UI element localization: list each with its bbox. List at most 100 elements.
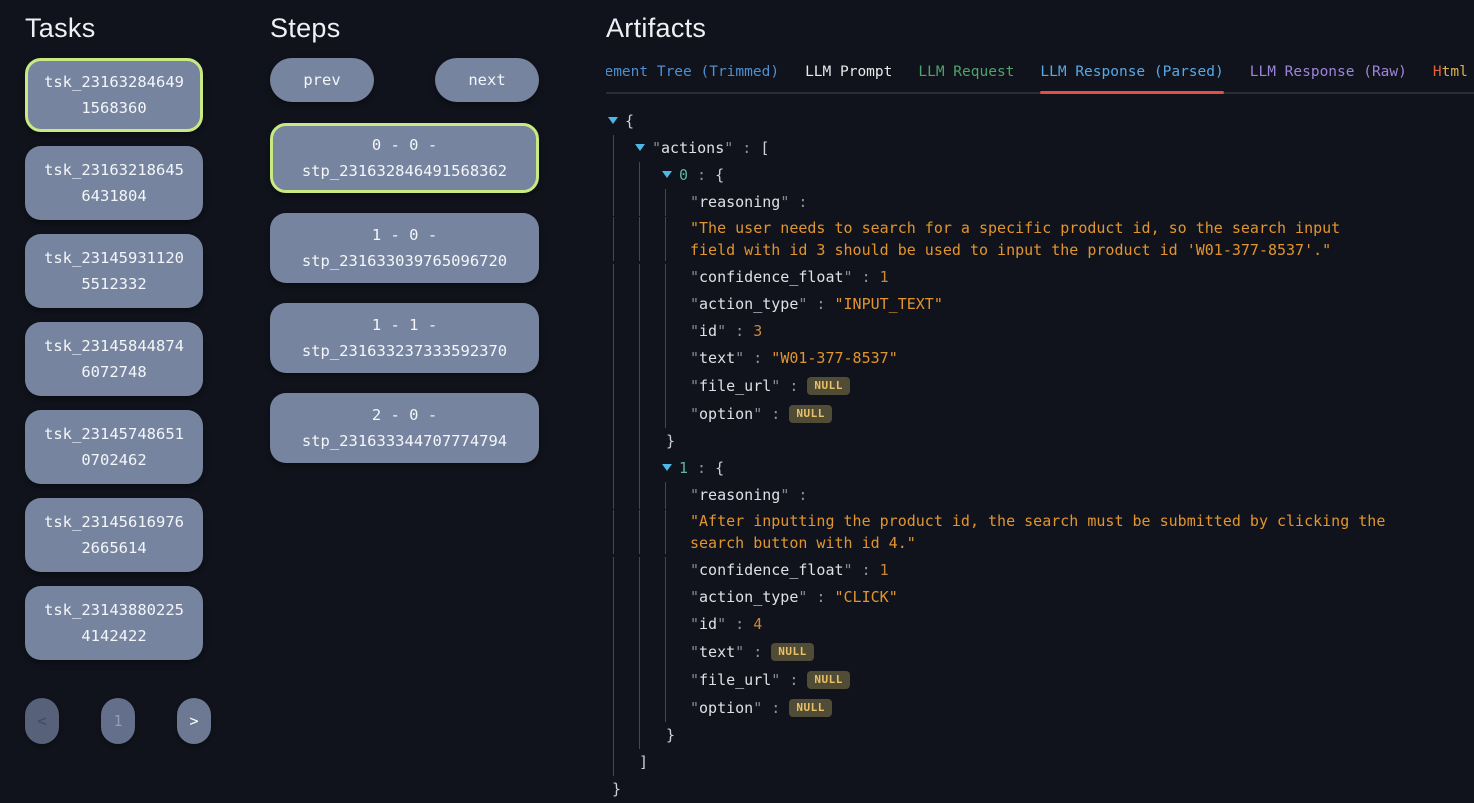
json-key: option: [690, 699, 762, 717]
indent-guide: [665, 666, 666, 694]
collapse-caret-icon[interactable]: [662, 171, 672, 178]
next-step-button[interactable]: next: [435, 58, 539, 102]
indent-guide: [639, 482, 640, 509]
pagination-page-button[interactable]: 1: [101, 698, 135, 744]
null-badge: NULL: [771, 643, 814, 661]
json-punctuation: {: [715, 166, 724, 184]
tab-llm-response-raw[interactable]: LLM Response (Raw): [1250, 58, 1407, 94]
task-button[interactable]: tsk_231632186456431804: [25, 146, 203, 220]
task-button[interactable]: tsk_231459311205512332: [25, 234, 203, 308]
json-key: file_url: [690, 377, 780, 395]
json-colon: :: [807, 588, 834, 606]
json-colon: :: [762, 405, 789, 423]
steps-panel: Steps prev next 0 - 0 - stp_231632846491…: [270, 12, 539, 483]
prev-step-button[interactable]: prev: [270, 58, 374, 102]
tab-label-part: tml: [1442, 64, 1468, 80]
indent-guide: [639, 291, 640, 318]
step-button[interactable]: 1 - 1 - stp_231633237333592370: [270, 303, 539, 373]
json-key: confidence_float: [690, 268, 853, 286]
indent-guide: [639, 510, 640, 554]
indent-guide: [665, 217, 666, 261]
json-tree-viewer: {actions : [0 : {reasoning :The user nee…: [606, 108, 1474, 803]
steps-list: 0 - 0 - stp_231632846491568362 1 - 0 - st…: [270, 123, 539, 463]
collapse-caret-icon[interactable]: [635, 144, 645, 151]
json-key: id: [690, 322, 726, 340]
indent-guide: [613, 722, 614, 749]
json-tree-row: }: [606, 722, 1474, 749]
tab-html-raw[interactable]: Html (Raw): [1433, 58, 1474, 94]
json-colon: :: [780, 377, 807, 395]
json-colon: :: [780, 671, 807, 689]
indent-guide: [613, 291, 614, 318]
indent-guide: [665, 510, 666, 554]
indent-guide: [639, 722, 640, 749]
indent-guide: [613, 510, 614, 554]
indent-guide: [665, 557, 666, 584]
indent-guide: [639, 666, 640, 694]
indent-guide: [639, 638, 640, 666]
task-button[interactable]: tsk_231456169762665614: [25, 498, 203, 572]
tab-element-tree-trimmed[interactable]: Element Tree (Trimmed): [606, 58, 779, 94]
indent-guide: [665, 694, 666, 722]
indent-guide: [613, 694, 614, 722]
json-number-value: 1: [880, 268, 889, 286]
tab-llm-response-parsed[interactable]: LLM Response (Parsed): [1040, 58, 1223, 94]
task-button[interactable]: tsk_231632846491568360: [25, 58, 203, 132]
indent-guide: [613, 482, 614, 509]
json-key: option: [690, 405, 762, 423]
json-colon: :: [807, 295, 834, 313]
indent-guide: [613, 749, 614, 776]
json-key: file_url: [690, 671, 780, 689]
step-button[interactable]: 1 - 0 - stp_231633039765096720: [270, 213, 539, 283]
tasks-pagination: < 1 >: [25, 698, 211, 744]
json-string-value: The user needs to search for a specific …: [690, 219, 1340, 259]
json-array-index: 0: [679, 166, 688, 184]
tasks-list: tsk_231632846491568360 tsk_23163218645643…: [25, 58, 203, 660]
json-tree-row: text : NULL: [606, 638, 1474, 666]
indent-guide: [639, 584, 640, 611]
task-button[interactable]: tsk_231438802254142422: [25, 586, 203, 660]
indent-guide: [613, 345, 614, 372]
step-button[interactable]: 0 - 0 - stp_231632846491568362: [270, 123, 539, 193]
json-tree-row: id : 4: [606, 611, 1474, 638]
indent-guide: [613, 428, 614, 455]
collapse-caret-icon[interactable]: [608, 117, 618, 124]
json-key: reasoning: [690, 193, 789, 211]
indent-guide: [613, 611, 614, 638]
json-colon: :: [789, 193, 807, 211]
step-button[interactable]: 2 - 0 - stp_231633344707774794: [270, 393, 539, 463]
json-tree-row: actions : [: [606, 135, 1474, 162]
indent-guide: [613, 638, 614, 666]
json-key: id: [690, 615, 726, 633]
tasks-panel: Tasks tsk_231632846491568360tsk_23163218…: [25, 12, 203, 744]
indent-guide: [665, 400, 666, 428]
pagination-next-button[interactable]: >: [177, 698, 211, 744]
indent-guide: [613, 372, 614, 400]
json-tree-row: 1 : {: [606, 455, 1474, 482]
json-colon: :: [744, 349, 771, 367]
task-button[interactable]: tsk_231458448746072748: [25, 322, 203, 396]
json-tree-row: The user needs to search for a specific …: [606, 217, 1392, 261]
artifacts-tabbar: Element Tree (Trimmed) LLM Prompt LLM Requ…: [606, 58, 1474, 94]
collapse-caret-icon[interactable]: [662, 464, 672, 471]
json-tree-row: text : W01-377-8537: [606, 345, 1474, 372]
tab-llm-prompt[interactable]: LLM Prompt: [805, 58, 892, 94]
json-tree-row: 0 : {: [606, 162, 1474, 189]
json-tree-row: reasoning :: [606, 189, 1474, 216]
json-punctuation: }: [666, 432, 675, 450]
null-badge: NULL: [807, 377, 850, 395]
json-punctuation: }: [666, 726, 675, 744]
json-string-value: After inputting the product id, the sear…: [690, 512, 1385, 552]
json-punctuation: {: [715, 459, 724, 477]
tab-llm-request[interactable]: LLM Request: [918, 58, 1014, 94]
indent-guide: [665, 189, 666, 216]
json-number-value: 4: [753, 615, 762, 633]
indent-guide: [613, 400, 614, 428]
indent-guide: [613, 162, 614, 189]
task-button[interactable]: tsk_231457486510702462: [25, 410, 203, 484]
pagination-prev-button[interactable]: <: [25, 698, 59, 744]
indent-guide: [613, 455, 614, 482]
json-punctuation: [: [760, 139, 769, 157]
json-colon: :: [789, 486, 807, 504]
json-colon: :: [733, 139, 760, 157]
